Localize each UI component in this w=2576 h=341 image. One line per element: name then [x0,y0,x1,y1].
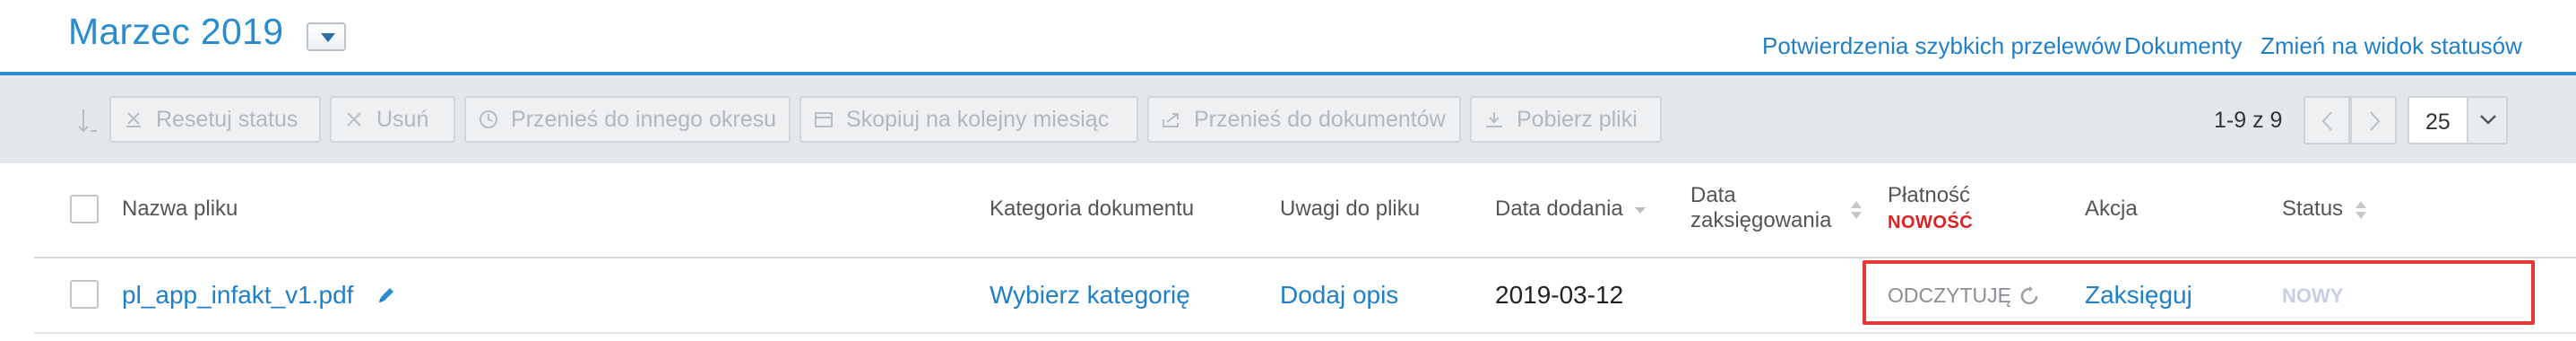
column-header-status[interactable]: Status [2282,197,2367,222]
column-header-file-name[interactable]: Nazwa pliku [122,197,238,222]
status-view-link[interactable]: Zmień na widok statusów [2260,32,2522,60]
status-header-label: Status [2282,197,2344,221]
next-page-button[interactable] [2350,96,2397,144]
download-files-label: Pobierz pliki [1517,106,1638,132]
delete-button[interactable]: Usuń [330,96,455,143]
close-icon [344,109,364,129]
column-header-notes[interactable]: Uwagi do pliku [1280,197,1420,222]
copy-next-month-label: Skopiuj na kolejny miesiąc [846,106,1110,132]
move-period-label: Przenieś do innego okresu [511,106,777,132]
sort-toggle-icon[interactable] [77,108,99,139]
sort-both-icon[interactable] [1850,199,1863,221]
pagination-range: 1-9 z 9 [2214,108,2283,133]
column-header-payment[interactable]: Płatność [1888,183,1970,208]
new-feature-badge: NOWOŚĆ [1888,213,1974,232]
chevron-right-icon [2370,111,2381,131]
download-files-button[interactable]: Pobierz pliki [1470,96,1662,143]
page-title: Marzec 2019 [68,11,284,52]
prev-page-button[interactable] [2304,96,2350,144]
chevron-down-icon [2480,115,2496,125]
pencil-icon[interactable] [376,285,396,305]
per-page-arrow [2467,98,2506,143]
move-documents-label: Przenieś do dokumentów [1194,106,1446,132]
clock-icon [479,109,498,129]
add-description-link[interactable]: Dodaj opis [1280,281,1398,310]
sort-desc-icon [1635,206,1647,214]
reset-icon [124,109,143,129]
choose-category-link[interactable]: Wybierz kategorię [990,281,1190,310]
column-header-date-booked[interactable]: Data zaksięgowania [1690,183,1852,233]
row-checkbox[interactable] [70,280,99,309]
quick-transfers-link[interactable]: Potwierdzenia szybkich przelewów [1762,32,2121,60]
move-documents-button[interactable]: Przenieś do dokumentów [1147,96,1461,143]
chevron-left-icon [2321,111,2332,131]
select-all-checkbox[interactable] [70,195,99,223]
sort-both-icon [2355,200,2366,219]
documents-link[interactable]: Dokumenty [2124,32,2243,60]
period-dropdown-button[interactable] [307,22,346,51]
file-name-link[interactable]: pl_app_infakt_v1.pdf [122,281,353,310]
move-period-button[interactable]: Przenieś do innego okresu [464,96,791,143]
table-header-divider [34,257,2576,258]
per-page-select[interactable]: 25 [2407,96,2508,144]
reset-status-label: Resetuj status [156,106,298,132]
column-header-date-added[interactable]: Data dodania [1495,197,1647,222]
delete-label: Usuń [376,106,429,132]
download-icon [1484,109,1504,129]
column-header-action: Akcja [2085,197,2138,221]
date-added-label: Data dodania [1495,197,1623,221]
calendar-icon [814,109,834,129]
caret-down-icon [321,33,335,42]
move-out-icon [1162,109,1181,129]
reset-status-button[interactable]: Resetuj status [109,96,321,143]
per-page-value: 25 [2425,109,2451,135]
column-header-category[interactable]: Kategoria dokumentu [990,197,1194,222]
table-row-divider [34,332,2576,334]
date-added-value: 2019-03-12 [1495,281,1624,309]
copy-next-month-button[interactable]: Skopiuj na kolejny miesiąc [800,96,1138,143]
highlight-box [1863,260,2535,325]
